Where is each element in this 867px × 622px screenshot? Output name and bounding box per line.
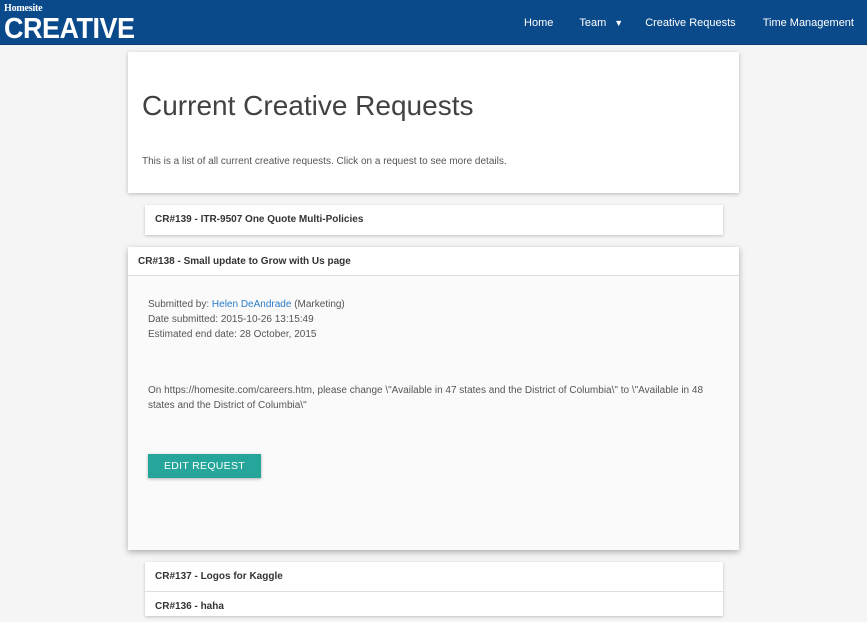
submitted-by-label: Submitted by: xyxy=(148,299,212,310)
page-header-card: Current Creative Requests This is a list… xyxy=(128,52,739,193)
page-title: Current Creative Requests xyxy=(142,90,474,121)
request-title: CR#139 - ITR-9507 One Quote Multi-Polici… xyxy=(155,214,364,225)
nav-time-management[interactable]: Time Management xyxy=(763,17,854,29)
submitter-department: (Marketing) xyxy=(291,299,345,310)
submitter-link[interactable]: Helen DeAndrade xyxy=(212,299,292,310)
request-title: CR#137 - Logos for Kaggle xyxy=(155,571,283,582)
nav-creative-requests[interactable]: Creative Requests xyxy=(645,17,736,29)
request-item-expanded: CR#138 - Small update to Grow with Us pa… xyxy=(128,247,739,550)
request-title: CR#138 - Small update to Grow with Us pa… xyxy=(138,256,351,267)
main-nav: Home Team ▼ Creative Requests Time Manag… xyxy=(524,0,867,45)
nav-home[interactable]: Home xyxy=(524,17,553,29)
request-title: CR#136 - haha xyxy=(155,601,224,612)
request-item[interactable]: CR#137 - Logos for Kaggle xyxy=(145,562,723,592)
page-description: This is a list of all current creative r… xyxy=(142,156,507,167)
request-description: On https://homesite.com/careers.htm, ple… xyxy=(148,385,704,411)
estimated-end-date: Estimated end date: 28 October, 2015 xyxy=(148,329,317,340)
request-item[interactable]: CR#139 - ITR-9507 One Quote Multi-Polici… xyxy=(145,205,723,235)
nav-team-label: Team xyxy=(579,16,607,29)
top-navbar: Homesite CREATIVE Home Team ▼ Creative R… xyxy=(0,0,867,45)
edit-request-button[interactable]: EDIT REQUEST xyxy=(148,454,261,478)
request-header[interactable]: CR#138 - Small update to Grow with Us pa… xyxy=(128,247,739,276)
request-item[interactable]: CR#136 - haha xyxy=(145,592,723,622)
nav-team[interactable]: Team ▼ xyxy=(579,17,623,29)
brand-logo[interactable]: Homesite CREATIVE xyxy=(4,4,135,45)
brand-logo-big: CREATIVE xyxy=(4,12,135,45)
date-submitted: Date submitted: 2015-10-26 13:15:49 xyxy=(148,314,314,325)
caret-down-icon: ▼ xyxy=(614,17,624,28)
submitted-by: Submitted by: Helen DeAndrade (Marketing… xyxy=(148,299,345,310)
request-list-bottom: CR#137 - Logos for Kaggle CR#136 - haha xyxy=(145,562,723,616)
